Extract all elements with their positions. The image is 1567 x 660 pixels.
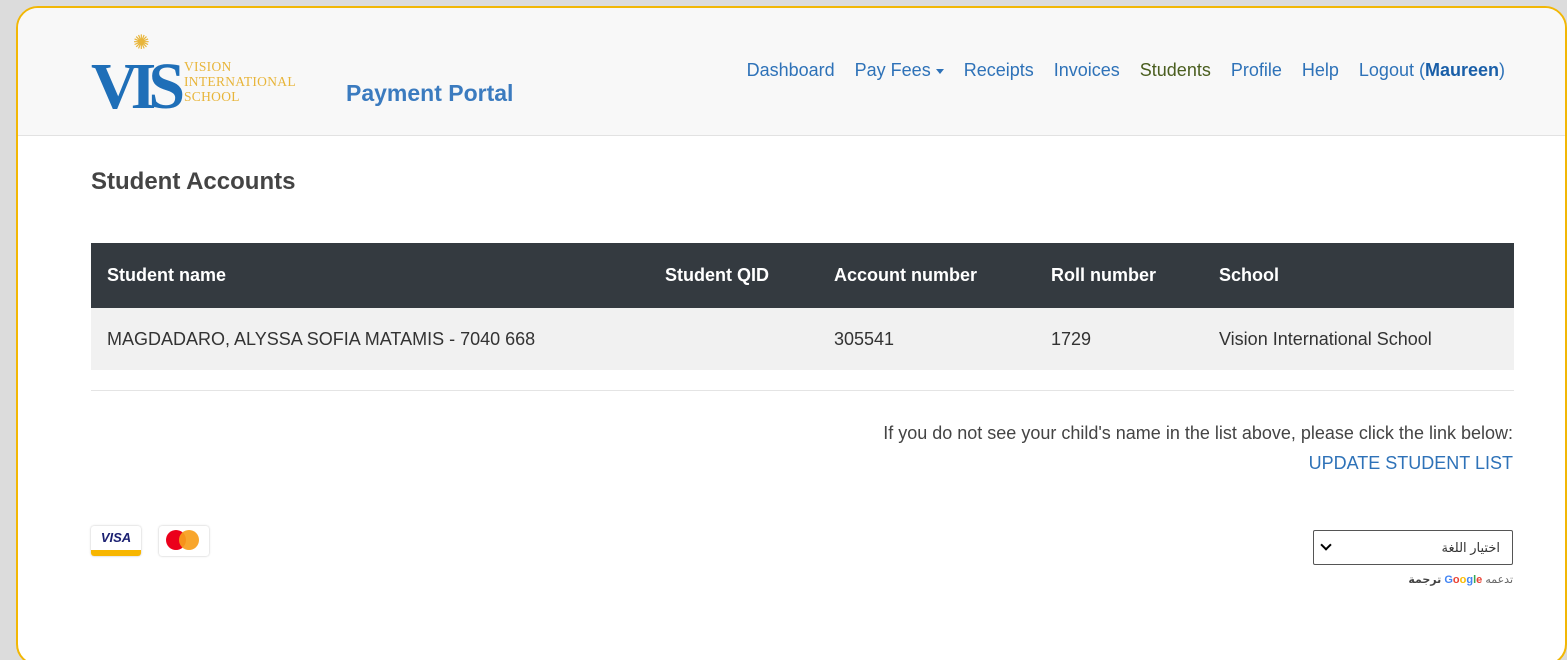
nav-students[interactable]: Students — [1140, 60, 1211, 81]
student-accounts-table: Student name Student QID Account number … — [91, 243, 1514, 370]
logo-wordmark: VISION INTERNATIONAL SCHOOL — [184, 59, 296, 104]
divider — [91, 390, 1514, 391]
chevron-down-icon — [1320, 539, 1332, 551]
navbar: ✺ VIS VISION INTERNATIONAL SCHOOL Paymen… — [18, 8, 1565, 136]
cell-roll-number: 1729 — [1051, 328, 1092, 349]
logo-initials: VIS — [91, 50, 185, 123]
language-select[interactable]: اختيار اللغة — [1313, 530, 1513, 565]
nav-receipts[interactable]: Receipts — [964, 60, 1034, 81]
visa-icon: VISA — [91, 526, 141, 556]
table-header-row: Student name Student QID Account number … — [91, 243, 1514, 308]
language-select-value: اختيار اللغة — [1441, 540, 1500, 555]
nav-pay-fees[interactable]: Pay Fees — [855, 60, 944, 81]
main-nav: Dashboard Pay Fees Receipts Invoices Stu… — [727, 60, 1505, 81]
col-student-name: Student name — [107, 265, 227, 285]
cell-student-name: MAGDADARO, ALYSSA SOFIA MATAMIS - 7040 6… — [107, 328, 536, 349]
nav-dashboard[interactable]: Dashboard — [747, 60, 835, 81]
google-translate-widget: اختيار اللغة تدعمه Google ترجمة — [1313, 530, 1513, 586]
portal-frame: ✺ VIS VISION INTERNATIONAL SCHOOL Paymen… — [16, 6, 1567, 660]
update-notice: If you do not see your child's name in t… — [883, 418, 1513, 478]
cell-account-number: 305541 — [834, 328, 895, 349]
payment-cards: VISA — [91, 526, 209, 556]
google-logo[interactable]: Google — [1444, 574, 1482, 586]
col-school: School — [1219, 265, 1280, 285]
logged-in-user: Maureen — [1424, 60, 1499, 80]
translate-link[interactable]: ترجمة — [1408, 574, 1441, 586]
brand-title[interactable]: Payment Portal — [346, 80, 513, 107]
update-student-list-link[interactable]: UPDATE STUDENT LIST — [1309, 453, 1513, 473]
school-logo[interactable]: ✺ VIS VISION INTERNATIONAL SCHOOL — [91, 33, 331, 120]
cell-school: Vision International School — [1219, 328, 1432, 349]
page-title: Student Accounts — [91, 168, 296, 195]
cell-student-qid — [649, 308, 818, 370]
table-row: MAGDADARO, ALYSSA SOFIA MATAMIS - 7040 6… — [91, 308, 1514, 370]
nav-help[interactable]: Help — [1302, 60, 1339, 81]
mastercard-icon — [159, 526, 209, 556]
powered-by-google: تدعمه Google ترجمة — [1408, 574, 1513, 586]
caret-down-icon — [935, 68, 944, 74]
notice-text: If you do not see your child's name in t… — [883, 423, 1513, 443]
col-student-qid: Student QID — [665, 265, 769, 285]
col-roll-number: Roll number — [1051, 265, 1157, 285]
nav-invoices[interactable]: Invoices — [1054, 60, 1120, 81]
col-account-number: Account number — [834, 265, 978, 285]
nav-logout[interactable]: Logout (Maureen) — [1359, 60, 1505, 81]
nav-profile[interactable]: Profile — [1231, 60, 1282, 81]
